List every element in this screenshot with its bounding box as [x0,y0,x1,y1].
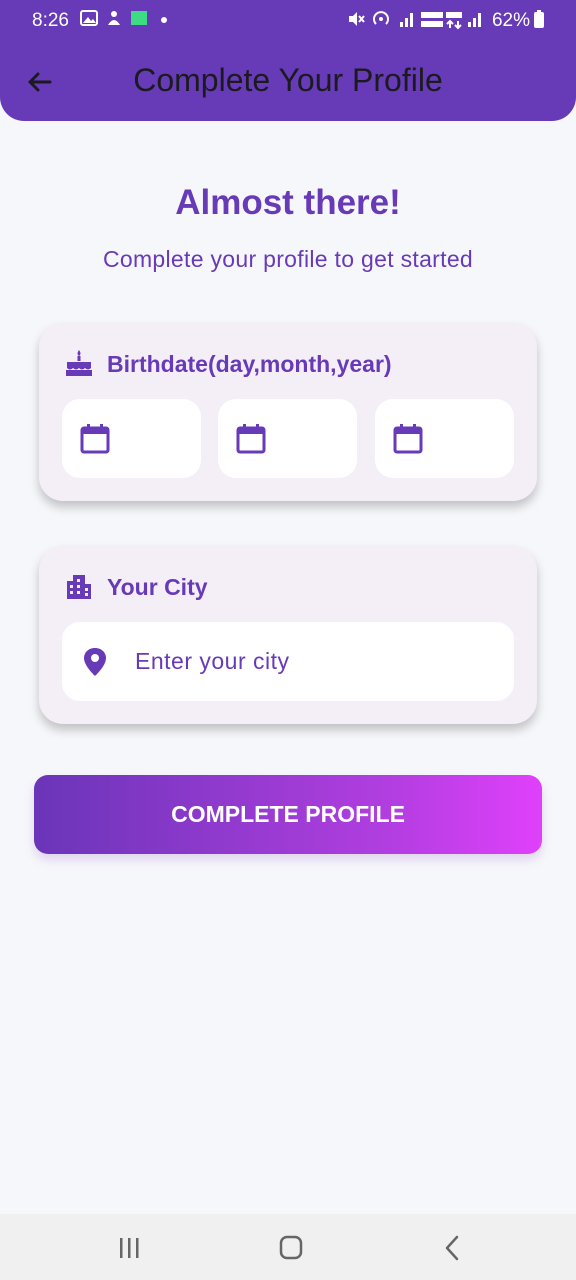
system-nav-bar [0,1214,576,1280]
status-time: 8:26 [32,10,69,31]
city-label: Your City [107,574,208,600]
gallery-icon [80,9,98,33]
signal-icon [398,9,416,35]
birth-month-field[interactable] [218,399,357,478]
calendar-icon [80,424,110,454]
city-input[interactable]: Enter your city [62,622,514,701]
status-bar: 8:26 62% [0,0,576,42]
intro-subheading: Complete your profile to get started [102,246,474,272]
birthdate-card: Birthdate(day,month,year) [39,323,537,501]
location-pin-icon [84,648,106,676]
notification-icon [106,9,122,33]
home-button[interactable] [276,1234,306,1262]
more-notifications-icon [160,8,168,34]
birth-day-field[interactable] [62,399,201,478]
complete-profile-button[interactable]: COMPLETE PROFILE [34,775,542,854]
back-nav-button[interactable] [438,1234,468,1262]
birth-year-field[interactable] [375,399,514,478]
app-notification-icon [130,9,148,33]
city-input-placeholder: Enter your city [135,648,290,674]
city-buildings-icon [64,571,94,601]
home-icon [279,1235,303,1260]
network-4g-icon [444,9,464,37]
volte-icon [420,9,444,37]
recent-apps-button[interactable] [115,1234,145,1262]
recent-apps-icon [120,1238,139,1258]
chevron-left-icon [445,1235,459,1261]
calendar-icon [393,424,423,454]
intro-heading: Almost there! [175,183,401,222]
battery-icon [533,9,545,35]
signal-icon-2 [466,9,484,35]
cake-icon [64,348,94,378]
hotspot-icon [371,9,391,35]
mute-icon [346,9,366,35]
birthdate-label: Birthdate(day,month,year) [107,351,392,377]
city-card: Your City Enter your city [39,546,537,724]
calendar-icon [236,424,266,454]
battery-level: 62% [491,10,530,31]
app-bar: 8:26 62% Complete Your Profile [0,0,576,121]
page-title: Complete Your Profile [133,62,443,98]
